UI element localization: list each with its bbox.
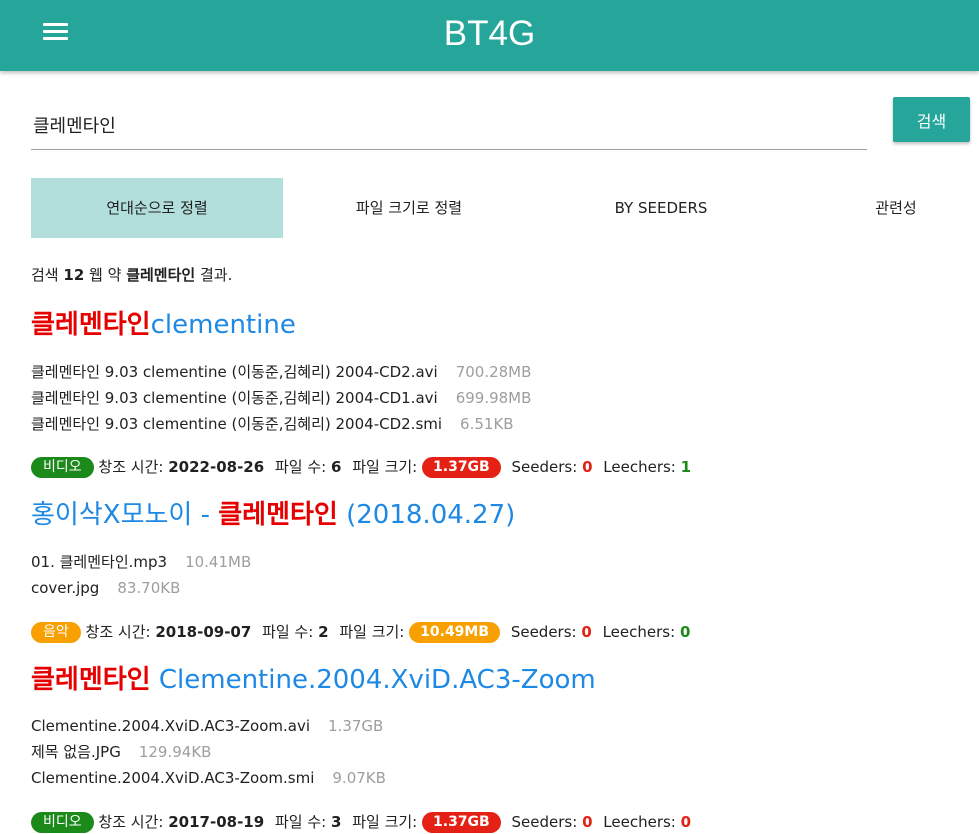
results-summary: 검색 12 웹 약 클레멘타인 결과. (31, 264, 232, 285)
title-rest: Clementine.2004.XviD.AC3-Zoom (150, 665, 596, 695)
created-value: 2018-09-07 (155, 623, 252, 641)
leechers-value: 0 (679, 623, 691, 641)
file-name: Clementine.2004.XviD.AC3-Zoom.avi (31, 717, 311, 735)
leechers-label: Leechers: (602, 623, 676, 641)
created-label: 창조 시간: (98, 813, 164, 831)
result-meta: 비디오 창조 시간: 2017-08-19 파일 수: 3 파일 크기: 1.3… (31, 811, 691, 833)
file-size-label: 파일 크기: (339, 623, 405, 641)
result-meta: 음악 창조 시간: 2018-09-07 파일 수: 2 파일 크기: 10.4… (31, 621, 690, 643)
seeders-label: Seeders: (510, 623, 577, 641)
file-name: 01. 클레멘타인.mp3 (31, 553, 168, 571)
file-name: 제목 없음.JPG (31, 743, 121, 761)
result-meta: 비디오 창조 시간: 2022-08-26 파일 수: 6 파일 크기: 1.3… (31, 456, 691, 478)
title-highlight: 클레멘타인 (218, 500, 338, 530)
tab-sort-by-seeders[interactable]: BY SEEDERS (535, 178, 787, 238)
file-entry: 클레멘타인 9.03 clementine (이동준,김혜리) 2004-CD2… (31, 362, 531, 382)
leechers-value: 0 (680, 813, 692, 831)
total-size-badge: 1.37GB (422, 812, 501, 833)
file-count-value: 3 (330, 813, 342, 831)
file-entry: 제목 없음.JPG 129.94KB (31, 742, 211, 762)
leechers-label: Leechers: (603, 813, 676, 831)
file-name: Clementine.2004.XviD.AC3-Zoom.smi (31, 769, 315, 787)
seeders-value: 0 (581, 623, 592, 641)
seeders-label: Seeders: (511, 813, 578, 831)
seeders-value: 0 (582, 458, 593, 476)
file-size: 6.51KB (460, 415, 514, 433)
summary-prefix: 검색 (31, 266, 59, 284)
leechers-label: Leechers: (603, 458, 676, 476)
category-badge: 음악 (31, 622, 81, 643)
file-entry: 클레멘타인 9.03 clementine (이동준,김혜리) 2004-CD2… (31, 414, 514, 434)
sort-tabs: 연대순으로 정렬 파일 크기로 정렬 BY SEEDERS 관련성 (31, 178, 979, 238)
title-highlight: 클레멘타인 (31, 665, 151, 695)
file-entry: cover.jpg 83.70KB (31, 578, 180, 598)
leechers-value: 1 (680, 458, 692, 476)
file-count-value: 2 (318, 623, 329, 641)
file-entry: Clementine.2004.XviD.AC3-Zoom.avi 1.37GB (31, 716, 383, 736)
summary-mid: 웹 약 (89, 266, 122, 284)
result-item: 홍이삭X모노이 - 클레멘타인 (2018.04.27) 01. 클레멘타인.m… (31, 497, 971, 643)
title-suffix: (2018.04.27) (337, 500, 516, 530)
file-size: 9.07KB (332, 769, 386, 787)
tab-sort-by-size[interactable]: 파일 크기로 정렬 (283, 178, 535, 238)
seeders-value: 0 (582, 813, 593, 831)
result-title-link[interactable]: 클레멘타인clementine (31, 307, 971, 343)
file-count-label: 파일 수: (274, 813, 327, 831)
file-size: 129.94KB (138, 743, 212, 761)
file-size-label: 파일 크기: (352, 813, 418, 831)
file-entry: Clementine.2004.XviD.AC3-Zoom.smi 9.07KB (31, 768, 386, 788)
file-size: 700.28MB (455, 363, 532, 381)
file-name: 클레멘타인 9.03 clementine (이동준,김혜리) 2004-CD2… (31, 363, 438, 381)
file-name: 클레멘타인 9.03 clementine (이동준,김혜리) 2004-CD2… (31, 415, 443, 433)
category-badge: 비디오 (31, 812, 94, 833)
tab-sort-by-relevance[interactable]: 관련성 (866, 178, 926, 238)
file-name: 클레멘타인 9.03 clementine (이동준,김혜리) 2004-CD1… (31, 389, 438, 407)
file-entry: 01. 클레멘타인.mp3 10.41MB (31, 552, 251, 572)
file-size: 1.37GB (328, 717, 384, 735)
created-label: 창조 시간: (85, 623, 151, 641)
summary-query: 클레멘타인 (126, 266, 196, 284)
result-title-link[interactable]: 클레멘타인 Clementine.2004.XviD.AC3-Zoom (31, 662, 971, 698)
file-entry: 클레멘타인 9.03 clementine (이동준,김혜리) 2004-CD1… (31, 388, 531, 408)
file-size: 10.41MB (185, 553, 252, 571)
brand-logo[interactable]: BT4G (0, 12, 979, 56)
result-title-link[interactable]: 홍이삭X모노이 - 클레멘타인 (2018.04.27) (31, 497, 971, 533)
title-highlight: 클레멘타인 (31, 310, 151, 340)
search-button[interactable]: 검색 (893, 97, 970, 142)
top-navbar: BT4G (0, 0, 979, 71)
total-size-badge: 10.49MB (409, 622, 501, 643)
file-size-label: 파일 크기: (352, 458, 418, 476)
title-rest: clementine (150, 310, 296, 340)
result-item: 클레멘타인clementine 클레멘타인 9.03 clementine (이… (31, 307, 971, 478)
created-value: 2022-08-26 (168, 458, 265, 476)
category-badge: 비디오 (31, 457, 94, 478)
file-size: 699.98MB (455, 389, 532, 407)
file-count-label: 파일 수: (274, 458, 327, 476)
file-count-label: 파일 수: (262, 623, 314, 641)
result-item: 클레멘타인 Clementine.2004.XviD.AC3-Zoom Clem… (31, 662, 971, 833)
summary-suffix: 결과. (200, 266, 233, 284)
file-name: cover.jpg (31, 579, 100, 597)
created-value: 2017-08-19 (168, 813, 265, 831)
search-input[interactable] (31, 100, 867, 150)
file-count-value: 6 (330, 458, 342, 476)
file-size: 83.70KB (117, 579, 181, 597)
title-prefix: 홍이삭X모노이 - (31, 500, 219, 530)
created-label: 창조 시간: (98, 458, 164, 476)
seeders-label: Seeders: (511, 458, 578, 476)
summary-count: 12 (63, 266, 85, 284)
tab-sort-by-date[interactable]: 연대순으로 정렬 (31, 178, 283, 238)
total-size-badge: 1.37GB (422, 457, 501, 478)
